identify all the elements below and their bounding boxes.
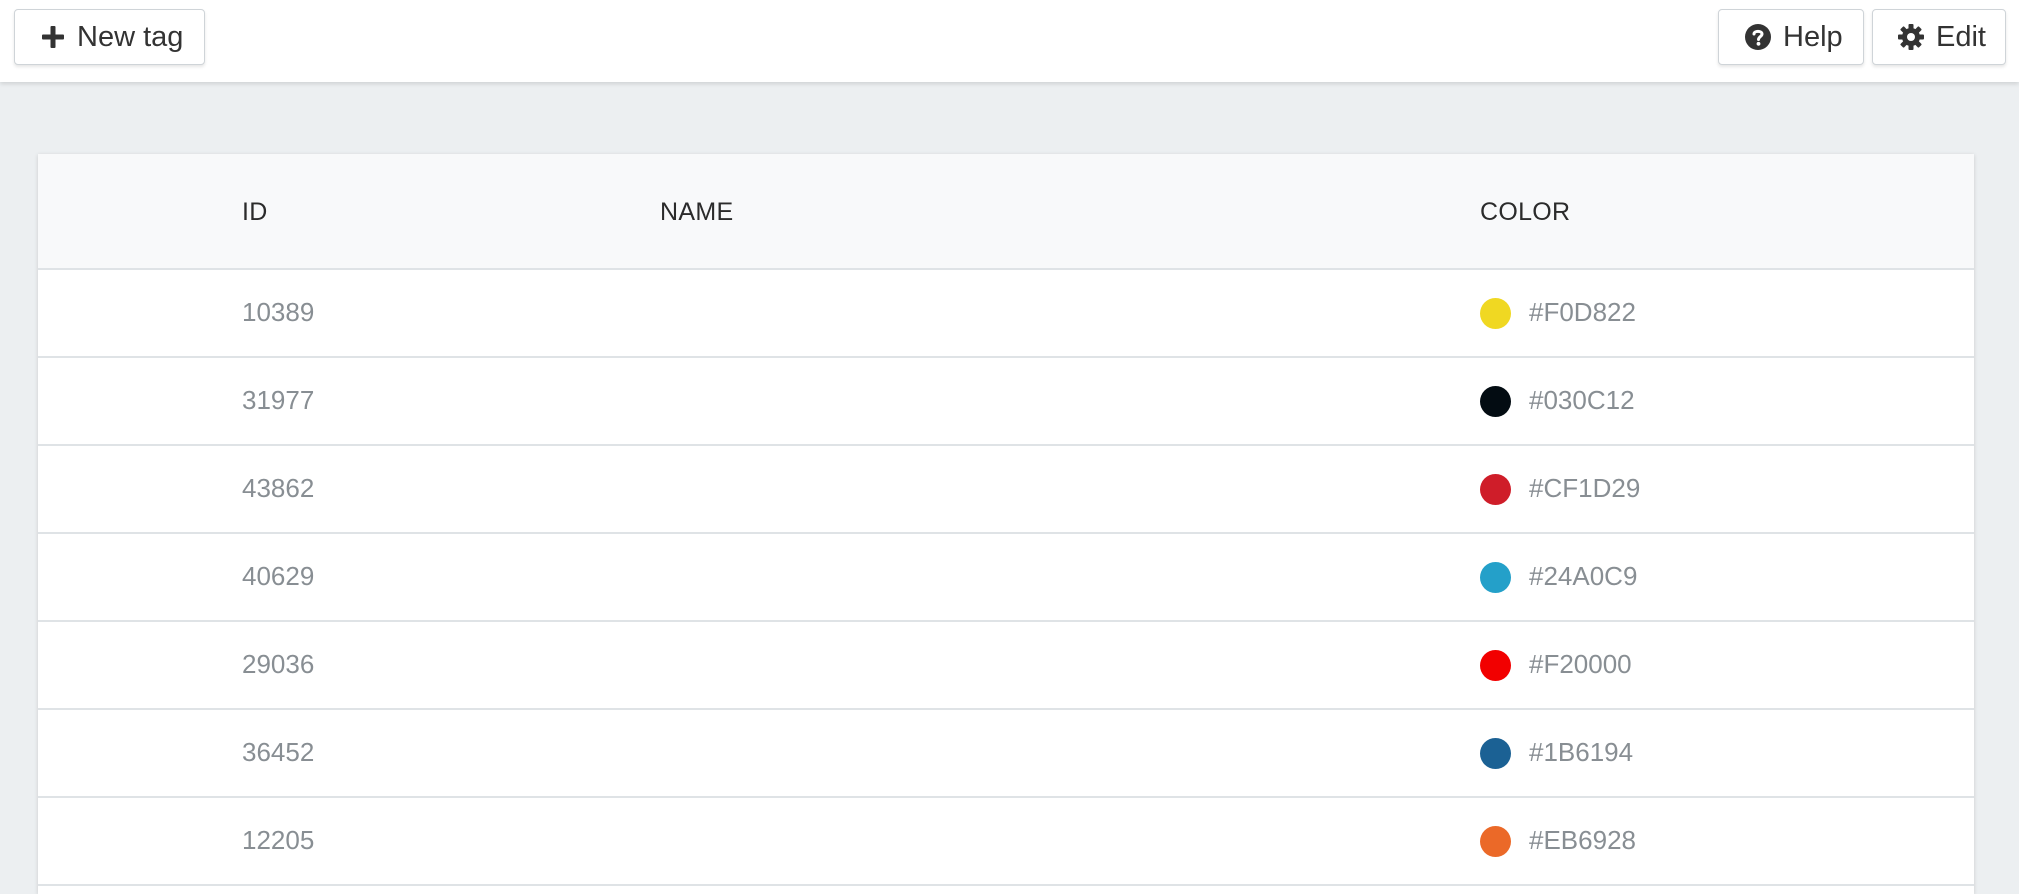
plus-icon bbox=[41, 25, 65, 49]
table-row[interactable]: 29036 #F20000 bbox=[38, 622, 1974, 710]
color-swatch bbox=[1480, 826, 1511, 857]
question-circle-icon bbox=[1744, 23, 1772, 51]
table-header: ID NAME COLOR bbox=[38, 154, 1974, 270]
color-swatch bbox=[1480, 650, 1511, 681]
table-row[interactable]: 40629 #24A0C9 bbox=[38, 534, 1974, 622]
column-header-id[interactable]: ID bbox=[242, 198, 268, 227]
table-row[interactable]: 43862 #CF1D29 bbox=[38, 446, 1974, 534]
column-header-color[interactable]: COLOR bbox=[1480, 198, 1570, 227]
help-button[interactable]: Help bbox=[1718, 9, 1864, 65]
column-header-name[interactable]: NAME bbox=[660, 198, 733, 227]
color-swatch bbox=[1480, 386, 1511, 417]
new-tag-label: New tag bbox=[77, 20, 184, 53]
tag-id: 12205 bbox=[242, 825, 315, 855]
color-hex: #F20000 bbox=[1529, 649, 1632, 679]
tag-id: 40629 bbox=[242, 561, 315, 591]
edit-button[interactable]: Edit bbox=[1872, 9, 2006, 65]
color-swatch bbox=[1480, 562, 1511, 593]
color-hex: #030C12 bbox=[1529, 385, 1635, 415]
table-row[interactable]: 10389 #F0D822 bbox=[38, 270, 1974, 358]
color-hex: #24A0C9 bbox=[1529, 561, 1638, 591]
tags-table: ID NAME COLOR 10389 #F0D822 31977 #030C1… bbox=[38, 154, 1974, 894]
color-hex: #F0D822 bbox=[1529, 297, 1636, 327]
color-hex: #1B6194 bbox=[1529, 737, 1634, 767]
table-row[interactable]: 36452 #1B6194 bbox=[38, 710, 1974, 798]
gear-icon bbox=[1897, 23, 1925, 51]
color-swatch bbox=[1480, 298, 1511, 329]
table-row[interactable]: 31977 #030C12 bbox=[38, 358, 1974, 446]
color-swatch bbox=[1480, 474, 1511, 505]
tag-id: 43862 bbox=[242, 473, 315, 503]
tag-id: 36452 bbox=[242, 737, 315, 767]
edit-label: Edit bbox=[1936, 20, 1986, 53]
table-row[interactable]: 12205 #EB6928 bbox=[38, 798, 1974, 886]
color-hex: #EB6928 bbox=[1529, 825, 1636, 855]
new-tag-button[interactable]: New tag bbox=[14, 9, 205, 65]
toolbar: New tag Help Edit bbox=[0, 0, 2019, 82]
tag-id: 31977 bbox=[242, 385, 315, 415]
help-label: Help bbox=[1783, 20, 1843, 53]
color-hex: #CF1D29 bbox=[1529, 473, 1641, 503]
color-swatch bbox=[1480, 738, 1511, 769]
tag-id: 10389 bbox=[242, 297, 315, 327]
tag-id: 29036 bbox=[242, 649, 315, 679]
